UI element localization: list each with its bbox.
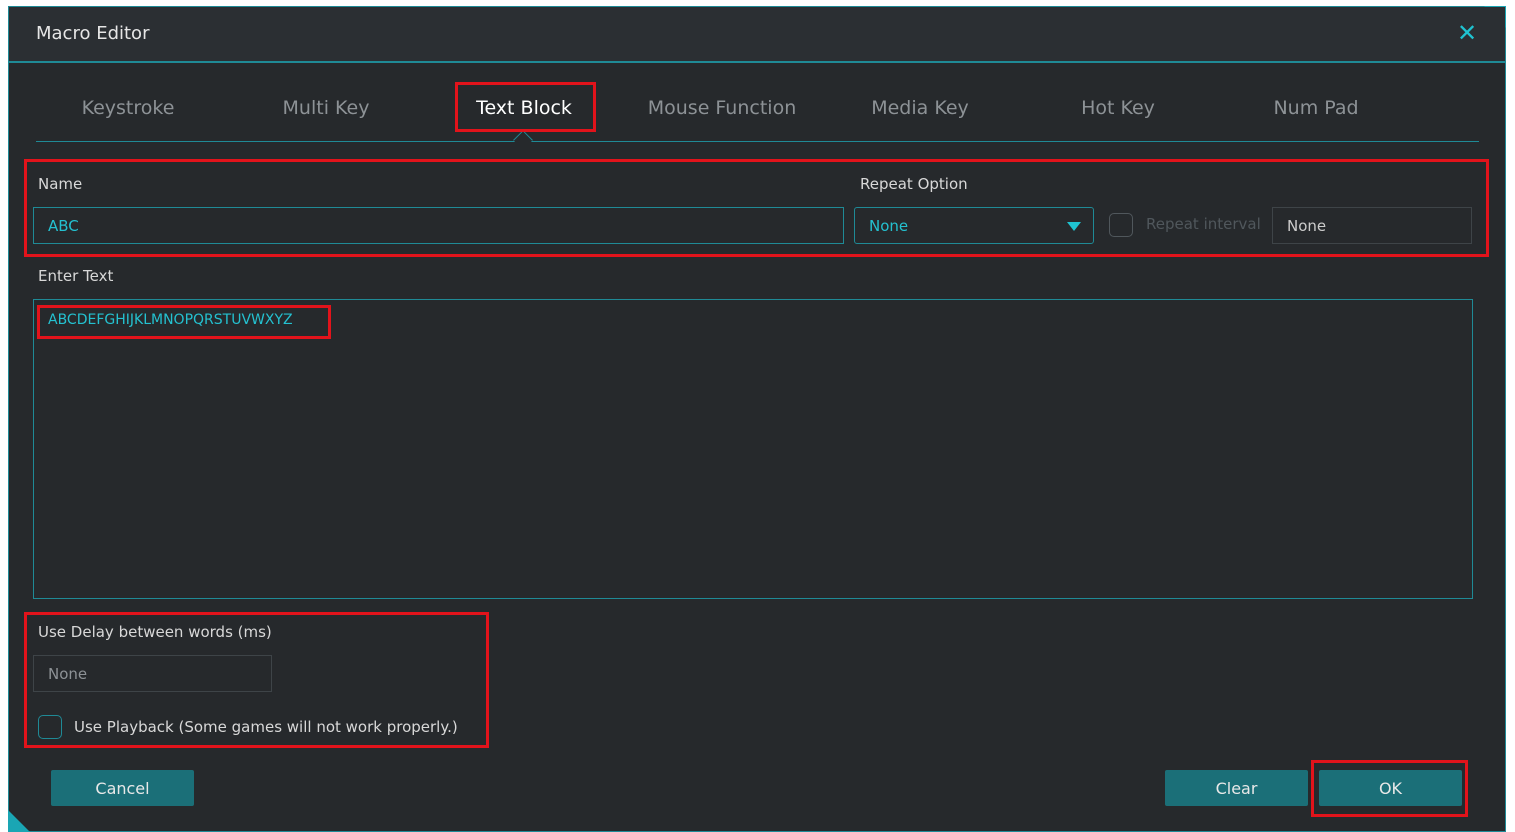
close-icon[interactable]: ✕ (1455, 21, 1479, 45)
window-title: Macro Editor (36, 23, 150, 44)
tab-num-pad[interactable]: Num Pad (1226, 85, 1406, 135)
macro-editor-window: Macro Editor ✕ Keystroke Multi Key Text … (8, 6, 1506, 832)
clear-button[interactable]: Clear (1165, 770, 1308, 806)
name-input[interactable]: ABC (33, 207, 844, 244)
tab-bar: Keystroke Multi Key Text Block Mouse Fun… (36, 85, 1479, 150)
delay-input[interactable]: None (33, 655, 272, 692)
entered-text: ABCDEFGHIJKLMNOPQRSTUVWXYZ (48, 312, 293, 328)
repeat-option-dropdown[interactable]: None (854, 207, 1094, 244)
ok-button[interactable]: OK (1319, 770, 1462, 806)
tab-multi-key[interactable]: Multi Key (236, 85, 416, 135)
delay-label: Use Delay between words (ms) (38, 623, 272, 641)
tab-media-key[interactable]: Media Key (830, 85, 1010, 135)
tab-text-block[interactable]: Text Block (434, 85, 614, 135)
tab-keystroke[interactable]: Keystroke (38, 85, 218, 135)
repeat-option-label: Repeat Option (860, 175, 968, 193)
use-playback-checkbox[interactable] (38, 715, 62, 739)
tab-hot-key[interactable]: Hot Key (1028, 85, 1208, 135)
name-label: Name (38, 175, 83, 193)
window-corner-accent (8, 810, 30, 832)
title-bar: Macro Editor ✕ (9, 7, 1505, 63)
enter-text-label: Enter Text (38, 267, 114, 285)
use-playback-label: Use Playback (Some games will not work p… (74, 718, 458, 736)
tab-mouse-function[interactable]: Mouse Function (632, 85, 812, 135)
repeat-interval-label: Repeat interval (1146, 215, 1261, 233)
cancel-button[interactable]: Cancel (51, 770, 194, 806)
tab-underline (36, 141, 1479, 142)
repeat-interval-input[interactable]: None (1272, 207, 1472, 244)
enter-text-area[interactable]: ABCDEFGHIJKLMNOPQRSTUVWXYZ (33, 299, 1473, 599)
repeat-interval-checkbox[interactable] (1109, 213, 1133, 237)
repeat-option-selected: None (869, 216, 909, 235)
dropdown-arrow-icon (1067, 222, 1081, 231)
